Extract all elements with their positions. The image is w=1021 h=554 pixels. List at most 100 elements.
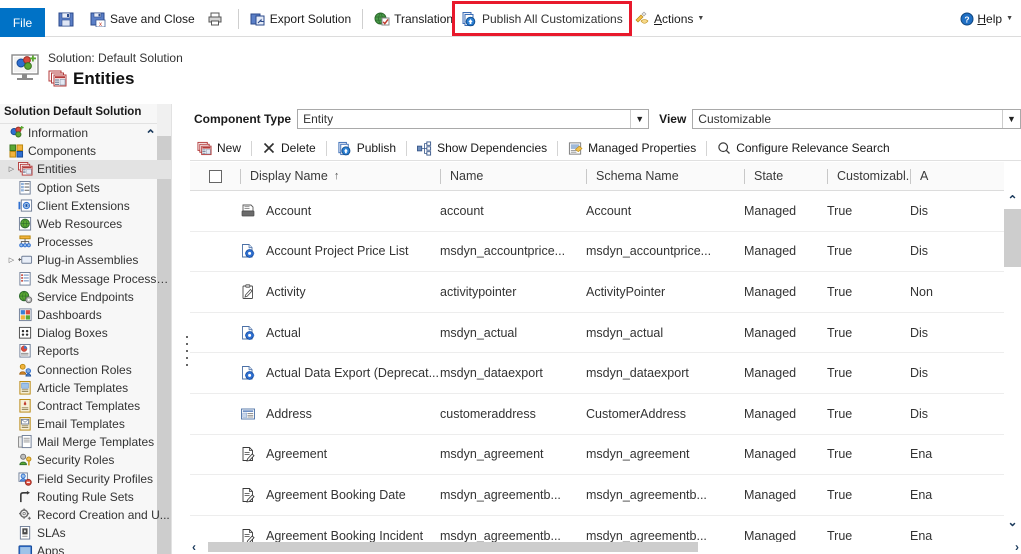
sidebar-item-routing-rule-sets[interactable]: Routing Rule Sets [0,488,171,506]
chevron-down-icon[interactable]: ▼ [1002,110,1020,128]
save-button[interactable] [52,0,84,37]
sidebar-item-slas[interactable]: SLAs [0,524,171,542]
table-row[interactable]: Account account Account Managed True Dis [190,191,1021,232]
publish-all-customizations-button[interactable]: Publish All Customizations [452,1,632,36]
expand-triangle-icon[interactable]: ▷ [6,256,17,264]
table-row[interactable]: Actual Data Export (Deprecat... msdyn_dat… [190,353,1021,394]
export-solution-label: Export Solution [269,11,352,26]
sidebar-item-security-roles[interactable]: Security Roles [0,451,171,469]
column-header-name-label: Name [450,169,484,183]
new-button[interactable]: New [190,136,248,161]
sidebar-item-email-templates[interactable]: Email Templates [0,415,171,433]
sidebar-item-reports[interactable]: Reports [0,342,171,360]
select-all-checkbox[interactable] [208,169,222,183]
select-all-header[interactable] [190,162,240,191]
grid-vertical-scrollbar-thumb[interactable] [1004,209,1021,267]
file-menu-button[interactable]: File [0,8,45,37]
sidebar-item-sdk-message-processin[interactable]: Sdk Message Processin... [0,270,171,288]
cell-customizable: True [827,325,853,340]
grid-vertical-scrollbar[interactable]: ⌃ ⌄ [1004,191,1021,554]
scroll-right-icon[interactable]: › [1015,540,1019,554]
account-entity-icon [240,203,266,219]
sidebar-item-plug-in-assemblies[interactable]: ▷ Plug-in Assemblies [0,251,171,269]
actions-icon [634,11,650,27]
sidebar-scroll-up-icon[interactable]: ⌃ [145,127,156,143]
sidebar-item-article-templates[interactable]: Article Templates [0,379,171,397]
column-divider [910,168,911,184]
table-row[interactable]: Address customeraddress CustomerAddress Man… [190,393,1021,435]
column-divider [744,168,745,184]
cell-audit: Dis [910,244,929,259]
column-header-schema-name[interactable]: Schema Name [586,162,744,191]
sidebar-title: Solution Default Solution [0,104,171,124]
sidebar-item-dashboards[interactable]: Dashboards [0,306,171,324]
scroll-down-icon[interactable]: ⌄ [1004,513,1021,530]
delete-button[interactable]: Delete [255,136,323,161]
application-window: File x Save and Close Export Solution Tr… [0,0,1021,554]
cell-schema-name: msdyn_agreementb... [586,487,707,502]
publish-button[interactable]: Publish [330,136,403,161]
command-separator-5 [706,140,708,156]
sidebar-item-label: Option Sets [37,180,100,195]
sidebar-item-web-resources[interactable]: Web Resources [0,215,171,233]
sidebar-item-option-sets[interactable]: Option Sets [0,179,171,197]
sidebar-item-record-creation-and-u[interactable]: Record Creation and U... [0,506,171,524]
scroll-left-icon[interactable]: ‹ [192,540,196,554]
cell-name: msdyn_agreementb... [440,487,561,502]
column-header-display-name[interactable]: Display Name ↑ [240,162,440,191]
print-button[interactable] [201,0,233,37]
actions-button[interactable]: Actions ▼ [628,0,710,37]
sidebar-item-mail-merge-templates[interactable]: Mail Merge Templates [0,433,171,451]
save-and-close-button[interactable]: x Save and Close [84,0,201,37]
managed-properties-label: Managed Properties [588,141,697,155]
table-row[interactable]: Activity activitypointer ActivityPointer Ma… [190,272,1021,313]
service-endpoints-icon [17,290,33,304]
managed-properties-button[interactable]: Managed Properties [561,136,703,161]
cell-display-name: Agreement Booking Incident [266,528,424,543]
cell-state: Managed [744,447,797,462]
table-row[interactable]: Agreement Booking Date msdyn_agreementb..… [190,475,1021,516]
help-button[interactable]: ? Help ▼ [960,0,1013,37]
column-header-customizable[interactable]: Customizabl... [827,162,910,191]
actions-label: Actions [654,11,694,26]
security-roles-icon [17,453,33,467]
column-header-state[interactable]: State [744,162,827,191]
sidebar-item-connection-roles[interactable]: Connection Roles [0,360,171,378]
sidebar-item-dialog-boxes[interactable]: Dialog Boxes [0,324,171,342]
component-type-select[interactable]: Entity ▼ [297,109,650,129]
sidebar-item-client-extensions[interactable]: Client Extensions [0,197,171,215]
new-label: New [217,141,242,155]
cell-display-name: Address [266,406,312,421]
table-row[interactable]: Agreement msdyn_agreement msdyn_agreement M… [190,434,1021,476]
sidebar-splitter-handle[interactable] [184,336,189,366]
sidebar-item-contract-templates[interactable]: Contract Templates [0,397,171,415]
chevron-down-icon[interactable]: ▼ [630,110,649,128]
sidebar-item-field-security-profiles[interactable]: Field Security Profiles [0,470,171,488]
sidebar-item-entities[interactable]: ▷ Entities [0,160,171,179]
export-solution-button[interactable]: Export Solution [244,0,357,37]
configure-relevance-search-button[interactable]: Configure Relevance Search [710,136,896,161]
sidebar-item-apps[interactable]: Apps [0,542,171,554]
cell-customizable: True [827,203,853,218]
dialog-boxes-icon [17,326,33,340]
grid-horizontal-scrollbar[interactable]: ‹ › [190,540,1021,554]
help-label: Help [977,11,1003,26]
slas-icon [17,526,33,540]
expand-triangle-icon[interactable]: ▷ [6,165,17,173]
view-select[interactable]: Customizable ▼ [692,109,1021,129]
ribbon-separator-2 [362,8,364,29]
column-header-name[interactable]: Name [440,162,586,191]
sidebar-item-service-endpoints[interactable]: Service Endpoints [0,288,171,306]
show-dependencies-button[interactable]: Show Dependencies [410,136,554,161]
article-templates-icon [17,380,33,395]
cell-state: Managed [744,203,797,218]
column-divider [240,168,241,184]
scroll-up-icon[interactable]: ⌃ [1004,191,1021,208]
grid-horizontal-scrollbar-thumb[interactable] [208,542,698,552]
table-row[interactable]: Actual msdyn_actual msdyn_actual Managed Tru… [190,312,1021,354]
translations-label: Translations [394,11,460,26]
table-row[interactable]: Account Project Price List msdyn_accountp… [190,231,1021,273]
sidebar-item-processes[interactable]: Processes [0,233,171,251]
column-header-audit[interactable]: A [910,162,980,191]
sidebar-item-components[interactable]: Components [0,142,171,160]
